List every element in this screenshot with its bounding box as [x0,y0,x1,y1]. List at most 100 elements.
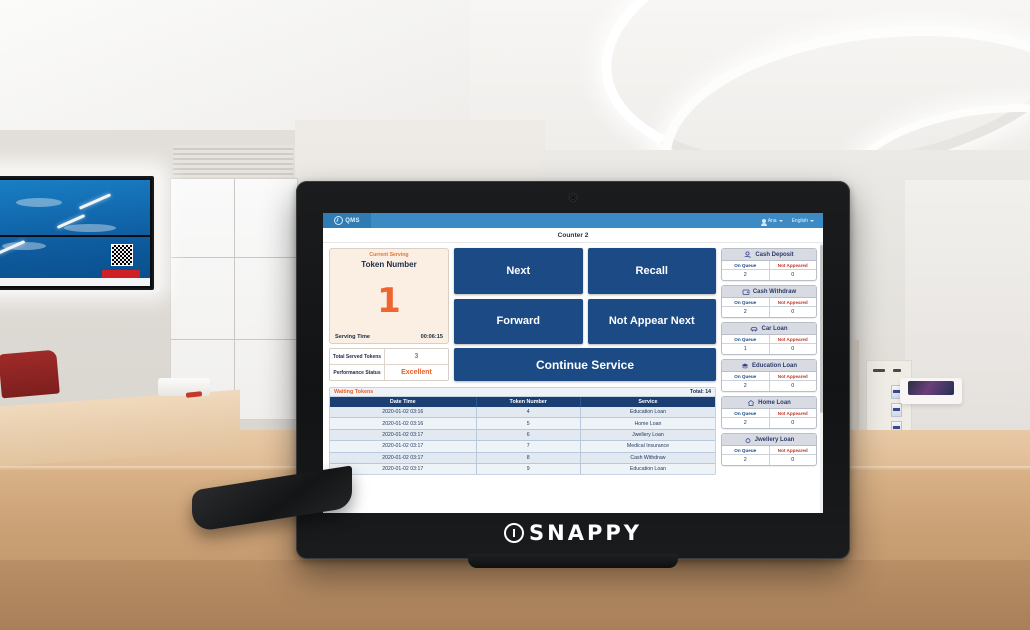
user-menu[interactable]: Ana [760,218,783,226]
column-header-datetime: Date Time [330,397,477,407]
cell-datetime: 2020-01-02 03:17 [330,429,477,442]
desk-shadow-band [0,560,1030,630]
continue-service-button[interactable]: Continue Service [454,348,716,381]
cell-token: 5 [476,417,581,430]
on-queue-value: 2 [722,307,770,317]
snappy-logo-icon [504,523,525,543]
cell-service: Jwellery Loan [580,429,715,442]
not-appeared-value: 0 [791,346,795,352]
forward-button[interactable]: Forward [454,298,583,344]
current-token-number: 1 [377,281,401,322]
service-card-jwellery-loan[interactable]: Jwellery Loan On Queue Not Appeared 2 0 [721,433,817,466]
button-row-2: Forward Not Appear Next [454,298,716,344]
service-card-home-loan[interactable]: Home Loan On Queue Not Appeared 2 0 [721,396,817,429]
tablet-device: QMS Ana English Counter 2 Current Servin… [296,181,850,568]
service-values: 2 0 [722,381,816,391]
stat-row: Performance Status Excellent [330,365,448,380]
table-row[interactable]: 2020-01-02 03:17 9 Education Loan [330,463,715,475]
on-queue-label: On Queue [722,409,770,417]
cell-datetime: 2020-01-02 03:16 [330,407,477,419]
on-queue-value: 2 [722,381,770,391]
service-columns: On Queue Not Appeared [722,409,816,418]
front-camera-icon [569,194,577,201]
column-header-service: Service [580,397,715,407]
tv-bottom-bar [0,278,150,286]
waiting-tokens-header: Waiting Tokens Total: 14 [330,388,715,397]
wall-mounted-tv [0,176,154,290]
serving-time-row: Serving Time 00:06:15 [334,334,444,341]
serving-time-value: 00:06:15 [420,334,443,340]
service-card-education-loan[interactable]: Education Loan On Queue Not Appeared 2 0 [721,359,817,392]
continue-service-wrap: Continue Service [454,348,716,381]
not-appeared-label: Not Appeared [777,373,808,379]
waiting-tokens-table: Date Time Token Number Service 2020-01-0… [330,397,715,475]
table-row[interactable]: 2020-01-02 03:16 5 Home Loan [330,417,715,430]
not-appear-next-button[interactable]: Not Appear Next [587,298,716,344]
performance-status-label: Performance Status [330,365,385,380]
page-scrollbar[interactable] [820,242,823,513]
waiting-tokens-row: Waiting Tokens Total: 14 Date Time Token… [329,387,716,476]
money-hand-icon [744,251,752,258]
column-header-token-number: Token Number [476,397,581,407]
service-card-cash-withdraw[interactable]: Cash Withdraw On Queue Not Appeared 2 0 [721,285,817,318]
table-row[interactable]: 2020-01-02 03:17 6 Jwellery Loan [330,429,715,442]
not-appeared-value: 0 [791,383,795,389]
wallet-icon [742,289,750,295]
service-columns: On Queue Not Appeared [722,372,816,381]
service-card-header: Home Loan [722,397,816,409]
token-number-label: Token Number [361,260,417,269]
service-columns: On Queue Not Appeared [722,446,816,455]
app-logo[interactable]: QMS [323,213,371,228]
service-values: 2 0 [722,307,816,317]
service-name: Jwellery Loan [754,436,795,443]
device-brand-text: SNAPPY [529,521,642,545]
performance-status-value: Excellent [401,369,432,376]
main-content: Current Serving Token Number 1 Serving T… [323,243,823,513]
table-row[interactable]: 2020-01-02 03:17 8 Cash Withdraw [330,452,715,464]
cell-token: 9 [476,463,581,475]
service-name: Cash Withdraw [752,288,797,295]
ring-icon [745,437,751,443]
service-columns: On Queue Not Appeared [722,261,816,270]
not-appeared-label: Not Appeared [777,299,808,305]
counter-device-display [900,378,962,404]
service-card-header: Cash Withdraw [722,286,816,298]
not-appeared-value: 0 [791,420,795,426]
language-menu[interactable]: English [792,218,814,224]
waiting-tokens-title: Waiting Tokens [334,389,374,395]
graduation-cap-icon [741,363,749,368]
service-card-cash-deposit[interactable]: Cash Deposit On Queue Not Appeared 2 0 [721,248,817,281]
service-name: Home Loan [758,399,791,406]
table-row[interactable]: 2020-01-02 03:16 4 Education Loan [330,407,715,419]
cell-service: Cash Withdraw [580,452,715,464]
not-appeared-value: 0 [791,309,795,315]
top-navbar: QMS Ana English [323,213,823,228]
table-row[interactable]: 2020-01-02 03:17 7 Medical Insurance [330,440,715,453]
cell-token: 6 [476,429,581,442]
on-queue-value: 1 [722,344,770,354]
stat-row: Total Served Tokens 3 [330,349,448,365]
cell-service: Home Loan [580,417,715,430]
service-name: Car Loan [761,325,788,332]
service-name: Cash Deposit [755,251,794,258]
page-title: Counter 2 [323,228,823,243]
recall-button[interactable]: Recall [587,248,716,294]
current-serving-label: Current Serving [369,252,409,258]
cell-service: Education Loan [580,407,715,419]
service-values: 2 0 [722,270,816,280]
on-queue-label: On Queue [722,261,770,269]
tv-qr-code [111,244,133,266]
not-appeared-label: Not Appeared [777,447,808,453]
service-card-car-loan[interactable]: Car Loan On Queue Not Appeared 1 0 [721,322,817,355]
next-button[interactable]: Next [454,248,583,294]
chevron-down-icon [810,219,814,222]
table-body: 2020-01-02 03:16 4 Education Loan 2020-0… [330,407,715,475]
action-buttons: Next Recall Forward Not Appear Next [454,248,716,344]
house-icon [747,399,755,406]
tv-red-badge [102,270,140,278]
qms-logo-icon [334,216,344,225]
app-logo-text: QMS [345,217,360,224]
tv-screen-kayaking-video [0,180,150,286]
total-served-tokens-label: Total Served Tokens [330,349,385,364]
service-name: Education Loan [752,362,797,369]
